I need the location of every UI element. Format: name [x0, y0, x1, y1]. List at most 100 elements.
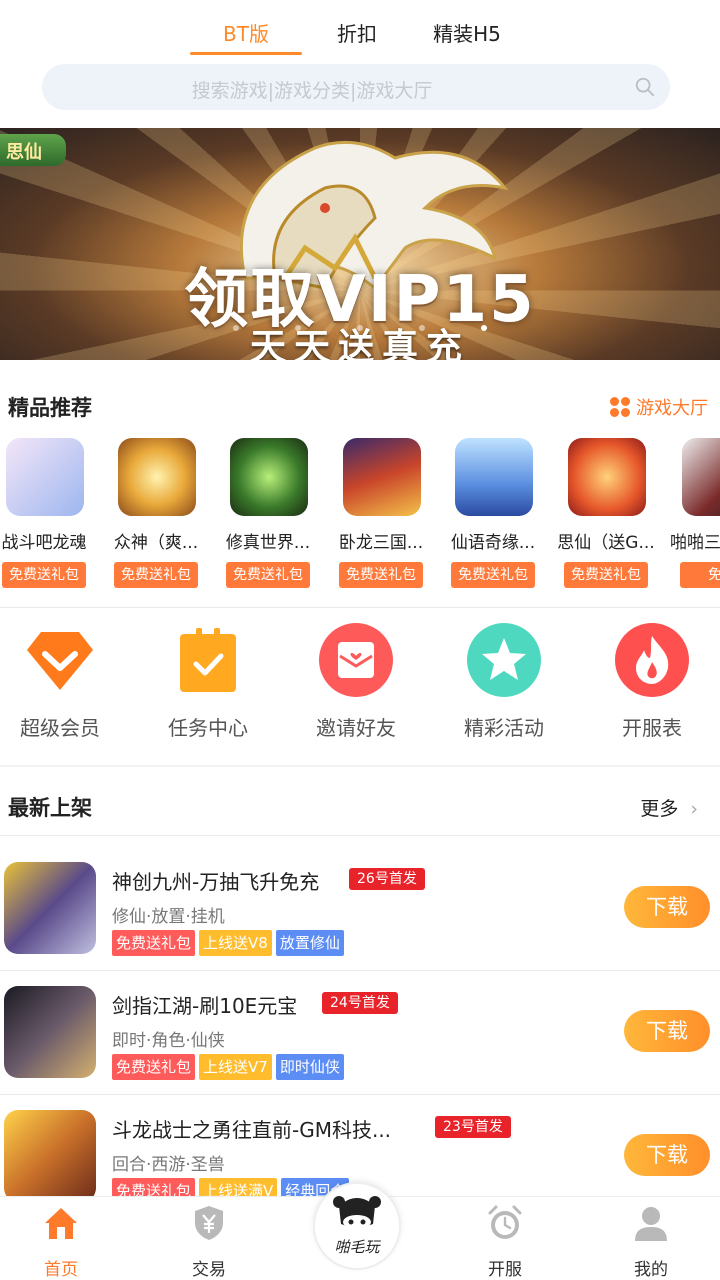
tab-discount[interactable]: 折扣	[334, 18, 380, 47]
fire-icon	[614, 622, 690, 698]
tab-h5[interactable]: 精装H5	[430, 18, 504, 47]
game-list-item[interactable]: 神创九州-万抽飞升免充 26号首发 修仙·放置·挂机 免费送礼包 上线送V8 放…	[0, 862, 720, 984]
tab-bt[interactable]: BT版	[220, 18, 272, 47]
gift-badge: 免费送礼包	[114, 562, 198, 588]
search-icon[interactable]	[634, 76, 656, 98]
badge-gift: 免费送礼包	[112, 930, 196, 956]
feature-invite-friends[interactable]: 邀请好友	[296, 622, 416, 741]
nav-label: 首页	[44, 1260, 78, 1280]
rec-game-name: 啪啪三	[670, 533, 720, 553]
rec-game-name: 修真世界...	[225, 533, 311, 553]
game-icon	[6, 438, 84, 516]
badge-vip: 上线送V7	[199, 1054, 272, 1080]
nav-label: 开服	[488, 1260, 522, 1280]
game-icon	[568, 438, 646, 516]
gift-badge: 免费送礼包	[226, 562, 310, 588]
game-name: 斗龙战士之勇往直前-GM科技...	[112, 1118, 392, 1142]
feature-label: 开服表	[622, 716, 682, 740]
section-title-latest: 最新上架	[8, 796, 92, 820]
diamond-icon	[22, 622, 98, 698]
rec-game-name: 战斗吧龙魂	[1, 533, 87, 553]
game-icon	[4, 1110, 96, 1202]
feature-task-center[interactable]: 任务中心	[148, 622, 268, 741]
top-tab-bar: BT版 折扣 精装H5	[0, 0, 720, 60]
center-logo-text: 啪毛玩	[334, 1238, 380, 1256]
rec-game-name: 思仙（送G...	[557, 533, 655, 553]
game-hall-link[interactable]: 游戏大厅	[610, 394, 708, 420]
nav-home[interactable]: 首页	[16, 1203, 106, 1280]
gift-badge: 免费送礼包	[564, 562, 648, 588]
home-icon	[45, 1208, 77, 1239]
game-badges: 免费送礼包 上线送V7 即时仙侠	[112, 1054, 344, 1080]
badge-genre: 放置修仙	[275, 930, 344, 956]
user-icon	[635, 1207, 667, 1241]
banner-subtitle: 天天送真充	[249, 327, 470, 360]
gift-badge: 免费送礼包	[2, 562, 86, 588]
launch-date-badge: 26号首发	[349, 868, 425, 890]
search-input[interactable]: 搜索游戏|游戏分类|游戏大厅	[42, 76, 582, 103]
shield-yen-icon	[195, 1206, 223, 1240]
nav-profile[interactable]: 我的	[606, 1203, 696, 1280]
nav-server[interactable]: 开服	[460, 1203, 550, 1280]
divider	[0, 765, 720, 767]
tab-underline	[190, 52, 302, 55]
chevron-right-icon: ›	[690, 798, 698, 820]
alarm-clock-icon	[488, 1205, 522, 1239]
more-label: 更多	[640, 798, 679, 820]
divider	[0, 1094, 720, 1095]
game-tags: 修仙·放置·挂机	[112, 907, 225, 927]
game-icon	[118, 438, 196, 516]
game-icon	[343, 438, 421, 516]
download-button[interactable]: 下载	[624, 886, 710, 928]
game-tags: 回合·西游·圣兽	[112, 1155, 225, 1175]
gift-badge: 免费送礼包	[339, 562, 423, 588]
feature-label: 任务中心	[168, 716, 248, 740]
feature-label: 超级会员	[20, 716, 100, 740]
game-tags: 即时·角色·仙侠	[112, 1031, 225, 1051]
more-link[interactable]: 更多 ›	[640, 794, 698, 821]
star-icon	[466, 622, 542, 698]
game-hall-label: 游戏大厅	[636, 398, 708, 419]
nav-label: 我的	[634, 1260, 668, 1280]
divider	[0, 970, 720, 971]
clipboard-check-icon	[170, 622, 246, 698]
divider	[0, 607, 720, 608]
game-icon	[230, 438, 308, 516]
game-icon	[4, 986, 96, 1078]
game-name: 神创九州-万抽飞升免充	[112, 870, 320, 894]
feature-server-list[interactable]: 开服表	[592, 622, 712, 741]
gift-badge: 免费	[680, 562, 720, 588]
game-icon	[455, 438, 533, 516]
game-icon	[682, 438, 720, 516]
recommended-games-row[interactable]: 战斗吧龙魂 免费送礼包 众神（爽... 免费送礼包 修真世界... 免费送礼包 …	[0, 438, 720, 593]
grid-icon	[610, 397, 630, 417]
search-bar[interactable]: 搜索游戏|游戏分类|游戏大厅	[42, 64, 670, 110]
download-button[interactable]: 下载	[624, 1010, 710, 1052]
nav-label: 交易	[192, 1260, 226, 1280]
game-badges: 免费送礼包 上线送V8 放置修仙	[112, 930, 344, 956]
download-button[interactable]: 下载	[624, 1134, 710, 1176]
game-list-item[interactable]: 剑指江湖-刷10E元宝 24号首发 即时·角色·仙侠 免费送礼包 上线送V7 即…	[0, 986, 720, 1108]
promo-banner[interactable]: 思仙 领取VIP15 天天送真充	[0, 128, 720, 360]
rec-game-name: 众神（爽...	[113, 533, 199, 553]
launch-date-badge: 23号首发	[435, 1116, 511, 1138]
game-icon	[4, 862, 96, 954]
gift-badge: 免费送礼包	[451, 562, 535, 588]
rec-game-name: 卧龙三国...	[338, 533, 424, 553]
game-name: 剑指江湖-刷10E元宝	[112, 994, 298, 1018]
feature-super-vip[interactable]: 超级会员	[0, 622, 120, 741]
banner-game-logo: 思仙	[0, 134, 66, 166]
feature-activities[interactable]: 精彩活动	[444, 622, 564, 741]
rec-game-name: 仙语奇缘...	[450, 533, 536, 553]
center-app-logo[interactable]: 啪毛玩	[313, 1182, 401, 1270]
divider	[0, 835, 720, 836]
badge-vip: 上线送V8	[199, 930, 272, 956]
envelope-heart-icon	[318, 622, 394, 698]
feature-label: 精彩活动	[464, 716, 544, 740]
launch-date-badge: 24号首发	[322, 992, 398, 1014]
feature-label: 邀请好友	[316, 716, 396, 740]
badge-genre: 即时仙侠	[275, 1054, 344, 1080]
nav-trade[interactable]: 交易	[164, 1203, 254, 1280]
badge-gift: 免费送礼包	[112, 1054, 196, 1080]
section-title-recommended: 精品推荐	[8, 396, 92, 420]
